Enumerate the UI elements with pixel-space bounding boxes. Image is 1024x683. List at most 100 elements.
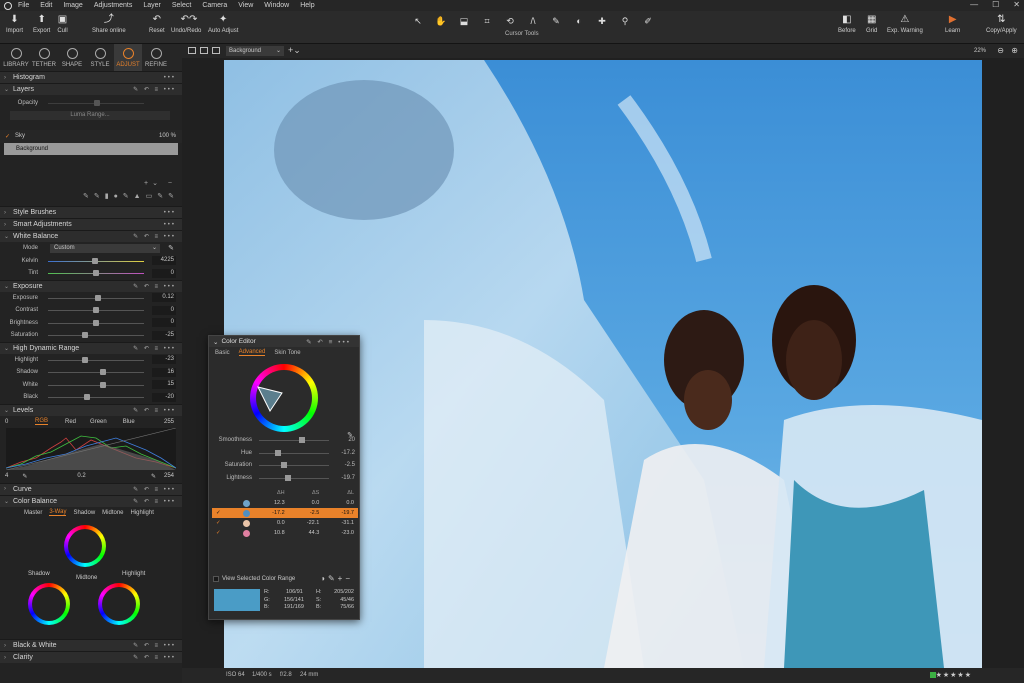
tab-shape[interactable]: SHAPE [58,44,86,71]
tab-advanced[interactable]: Advanced [238,349,266,356]
black-white-section[interactable]: › Black & White ✎ ↶ ≡ ••• [0,639,182,651]
color-range-row[interactable]: ✓ 10.8 44.3 -23.0 [212,528,358,538]
midtone-wheel[interactable] [64,525,106,567]
color-range-selector[interactable] [256,385,286,415]
tint-slider[interactable] [48,270,144,276]
cb-mode-midtone[interactable]: Midtone [102,510,123,516]
eyedropper-black-icon[interactable]: ✎ [22,473,27,480]
opacity-knob[interactable] [94,100,100,106]
tab-adjust[interactable]: ADJUST [114,44,142,71]
ce-slider-knob[interactable] [275,449,281,456]
copy-apply-button[interactable]: ⇅ Copy/Apply [986,14,1017,34]
color-range-row[interactable]: 12.3 0.0 0.0 [212,498,358,508]
learn-button[interactable]: ▶ Learn [945,14,960,34]
menu-window[interactable]: Window [264,2,289,9]
section-tools[interactable]: ✎ ↶ ≡ ••• [133,345,176,352]
star-rating[interactable]: ★★★★★ [936,671,972,679]
hdr-slider[interactable] [48,356,144,363]
exposure-value[interactable]: -25 [152,330,176,340]
hdr-section[interactable]: ⌄ High Dynamic Range ✎ ↶ ≡ ••• [0,341,182,354]
exposure-knob[interactable] [82,332,89,338]
hdr-knob[interactable] [100,381,107,388]
opacity-slider[interactable] [48,100,144,106]
section-tools[interactable]: ✎ ↶ ≡ ••• [133,283,176,290]
exposure-slider[interactable] [48,294,144,301]
exposure-value[interactable]: 0.12 [152,293,176,303]
levels-output-high[interactable]: 254 [164,473,174,479]
menu-help[interactable]: Help [300,2,314,9]
cb-mode-shadow[interactable]: Shadow [73,510,95,516]
levels-input-low[interactable]: 0 [5,419,19,425]
hdr-value[interactable]: 15 [152,380,176,390]
menu-file[interactable]: File [18,2,29,9]
tab-style[interactable]: STYLE [86,44,114,71]
cb-mode-master[interactable]: Master [24,510,42,516]
grid-button[interactable]: ▦ Grid [866,14,877,34]
exposure-slider[interactable] [48,332,144,338]
exposure-slider[interactable] [48,319,144,326]
white-balance-section[interactable]: ⌄ White Balance ✎ ↶ ≡ ••• [0,230,182,242]
color-balance-section[interactable]: ⌄ Color Balance ✎ ↶ ≡ ••• [0,494,182,507]
brush-icon[interactable]: ✎ [548,15,564,28]
wb-mode-select[interactable]: Custom ⌄ [50,243,160,253]
tint-knob[interactable] [93,270,99,276]
menu-edit[interactable]: Edit [40,2,52,9]
checkbox-check-icon[interactable]: ✓ [216,530,221,536]
color-wheel[interactable] [209,358,359,434]
more-icon[interactable]: ••• [164,210,176,216]
picker-icon[interactable]: ⚲ [617,15,633,28]
zoom-in-icon[interactable]: ⊕ [1011,46,1018,55]
luma-range-button[interactable]: Luma Range... [10,111,170,121]
channel-blue[interactable]: Blue [123,419,135,425]
cull-button[interactable]: ▣ Cull [57,14,68,34]
export-button[interactable]: ⬆ Export [33,14,50,34]
menu-camera[interactable]: Camera [202,2,227,9]
pan-hand-icon[interactable]: ✋ [433,15,449,28]
levels-output-low[interactable]: 4 [5,473,8,479]
cb-mode-highlight[interactable]: Highlight [131,510,154,516]
tab-basic[interactable]: Basic [215,350,230,356]
layer-background[interactable]: Background [4,142,178,155]
exposure-slider[interactable] [48,307,144,313]
hdr-slider[interactable] [48,394,144,400]
ce-slider-value[interactable]: -17.2 [341,450,355,456]
kelvin-knob[interactable] [92,257,98,264]
add-variant-icon[interactable]: +⌄ [288,45,301,56]
layer-brush-tools-icon[interactable]: ✎✎▮●✎▲▭✎✎ [83,192,179,200]
crop-icon[interactable]: ⌗ [479,15,495,28]
smart-adjustments-section[interactable]: › Smart Adjustments ••• [0,218,182,230]
reset-button[interactable]: ↶ Reset [149,14,165,34]
ce-slider-knob[interactable] [281,462,288,468]
style-brushes-section[interactable]: › Style Brushes ••• [0,206,182,218]
before-button[interactable]: ◧ Before [838,14,856,34]
section-tools[interactable]: ✎ ↶ ≡ ••• [133,86,176,93]
more-icon[interactable]: ••• [164,222,176,228]
ce-slider[interactable] [259,437,329,443]
exposure-knob[interactable] [93,319,99,326]
ce-slider[interactable] [259,462,329,468]
section-tools[interactable]: ✎ ↶ ≡ ••• [133,642,176,649]
maximize-button[interactable]: ☐ [992,0,999,9]
layer-sky[interactable]: ✓ Sky 100 % [0,130,182,143]
tab-library[interactable]: LIBRARY [2,44,30,71]
checkbox-check-icon[interactable]: ✓ [216,520,221,526]
kelvin-slider[interactable] [48,257,144,264]
layers-section[interactable]: ⌄ Layers ✎ ↶ ≡ ••• [0,83,182,95]
exposure-section[interactable]: ⌄ Exposure ✎ ↶ ≡ ••• [0,279,182,292]
close-button[interactable]: ✕ [1013,0,1020,9]
hdr-slider[interactable] [48,369,144,375]
menu-view[interactable]: View [238,2,253,9]
levels-section[interactable]: ⌄ Levels ✎ ↶ ≡ ••• [0,403,182,416]
ce-slider-value[interactable]: -19.7 [341,475,355,481]
exposure-knob[interactable] [94,294,101,301]
hdr-value[interactable]: -23 [152,355,176,365]
ce-slider-value[interactable]: -2.5 [345,462,355,468]
heal-icon[interactable]: ✚ [594,15,610,28]
range-tools-icon[interactable]: ◑✎+− [320,574,353,583]
share-online-button[interactable]: ⤴ Share online [92,14,126,34]
rotate-icon[interactable]: ⟲ [502,15,518,28]
tab-refine[interactable]: REFINE [142,44,170,71]
variant-select[interactable]: Background ⌄ [226,46,284,56]
ce-slider[interactable] [259,449,329,456]
auto-adjust-button[interactable]: ✦ Auto Adjust [208,14,238,34]
